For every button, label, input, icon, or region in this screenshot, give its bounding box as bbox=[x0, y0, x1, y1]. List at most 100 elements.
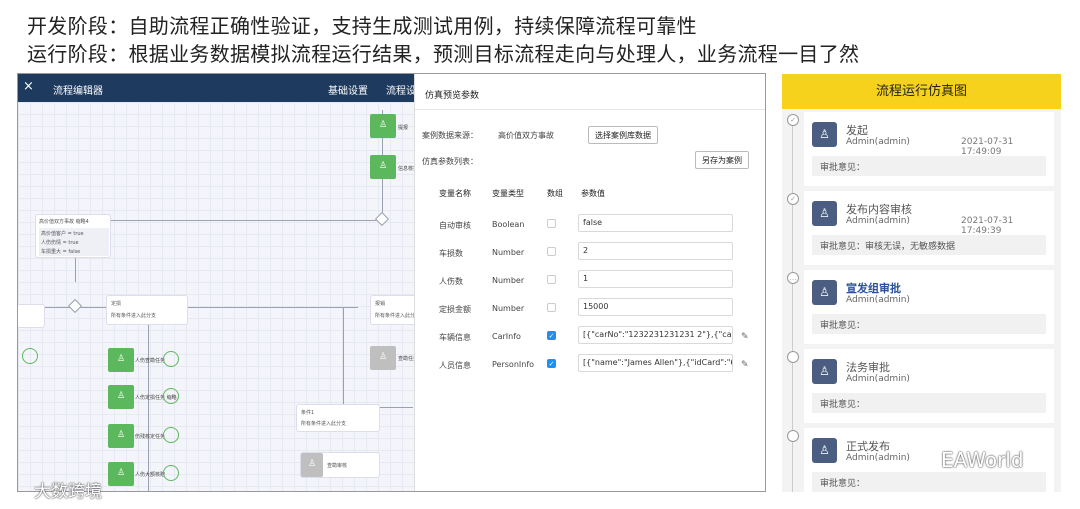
approved-stamp-icon bbox=[163, 427, 179, 443]
param-name: 车损数 bbox=[439, 249, 463, 258]
flow-canvas[interactable]: ♙ 提报 ♙ 信息核实 高价值双方事故 缩略4 高价值客户 = true 人伤伤… bbox=[18, 102, 430, 491]
step-name: 宣发组审批 bbox=[846, 282, 901, 295]
menu-basic-settings[interactable]: 基础设置 bbox=[328, 82, 368, 97]
node-verify[interactable]: ♙ bbox=[370, 155, 396, 179]
param-row: 车损数 Number 2 bbox=[415, 238, 765, 266]
partial-card[interactable] bbox=[18, 304, 45, 328]
step-current-icon: … bbox=[787, 272, 799, 284]
timeline-step-card[interactable]: ♙ 发起 Admin(admin) 2021-07-31 17:49:09 审批意见： bbox=[804, 112, 1054, 186]
branch-row: 车损重大 = false bbox=[41, 249, 81, 255]
array-checkbox[interactable]: ✓ bbox=[547, 359, 556, 368]
node-label: 查勘审核 bbox=[327, 463, 348, 469]
task-node[interactable]: ♙ bbox=[108, 385, 134, 409]
branch-title: 高价值双方事故 缩略4 bbox=[39, 219, 89, 225]
task-node-pending[interactable]: ♙ bbox=[370, 346, 396, 370]
step-pending-icon bbox=[787, 351, 799, 363]
param-value-input[interactable]: false bbox=[578, 214, 733, 232]
condition-card-left[interactable]: 定损 所有条件进入此分支 bbox=[106, 295, 188, 325]
param-value-input[interactable]: 1 bbox=[578, 270, 733, 288]
process-editor-screenshot: × 流程编辑器 基础设置 流程设 ♙ 提报 ♙ 信息核实 高价值双方事故 缩略4… bbox=[17, 73, 766, 492]
node-label: 提报 bbox=[398, 125, 409, 131]
param-row: 人伤数 Number 1 bbox=[415, 266, 765, 294]
user-icon: ♙ bbox=[301, 453, 323, 477]
array-checkbox[interactable] bbox=[547, 219, 556, 228]
param-row: 定损金额 Number 15000 bbox=[415, 294, 765, 322]
edit-icon[interactable]: ✎ bbox=[741, 332, 749, 342]
user-avatar-icon: ♙ bbox=[812, 438, 837, 463]
card-title: 条件1 bbox=[301, 410, 315, 416]
approved-stamp-icon bbox=[22, 348, 38, 364]
user-icon: ♙ bbox=[378, 161, 388, 171]
param-name: 人员信息 bbox=[439, 361, 471, 370]
timeline-step-card[interactable]: ♙ 法务审批 Admin(admin) 审批意见： bbox=[804, 349, 1054, 423]
param-value-input[interactable]: 15000 bbox=[578, 298, 733, 316]
timeline-step-card[interactable]: ♙ 发布内容审核 Admin(admin) 2021-07-31 17:49:39 审批… bbox=[804, 191, 1054, 265]
step-name: 正式发布 bbox=[846, 440, 890, 453]
node-label: 人伤查勘任务 bbox=[135, 358, 166, 364]
param-name: 定损金额 bbox=[439, 305, 471, 314]
params-list-label: 仿真参数列表： bbox=[422, 157, 478, 166]
user-avatar-icon: ♙ bbox=[812, 122, 837, 147]
step-comment: 审批意见： bbox=[812, 472, 1046, 492]
step-comment: 审批意见：审核无误，无敏感数据 bbox=[812, 235, 1046, 255]
param-type: PersonInfo bbox=[492, 360, 535, 369]
step-name: 法务审批 bbox=[846, 361, 890, 374]
simulation-title: 流程运行仿真图 bbox=[782, 74, 1061, 109]
param-value-input[interactable]: [{"carNo":"1232231231231 2"},{"carBrand"… bbox=[578, 326, 733, 344]
comment-label: 审批意见： bbox=[820, 163, 866, 173]
node-label: 人伤大额核赔 bbox=[135, 472, 166, 478]
comment-label: 审批意见： bbox=[820, 321, 866, 331]
task-node[interactable]: ♙ bbox=[108, 348, 134, 372]
array-checkbox[interactable]: ✓ bbox=[547, 331, 556, 340]
connector-line bbox=[75, 220, 383, 221]
case-source-label: 案例数据来源： bbox=[422, 131, 478, 140]
task-node[interactable]: ♙ bbox=[108, 462, 134, 486]
branch-condition-card[interactable]: 高价值双方事故 缩略4 高价值客户 = true 人伤伤情 = true 车损重… bbox=[35, 214, 111, 258]
param-value-input[interactable]: 2 bbox=[578, 242, 733, 260]
comment-label: 审批意见： bbox=[820, 479, 866, 489]
editor-title: 流程编辑器 bbox=[53, 86, 103, 97]
param-name: 车辆信息 bbox=[439, 333, 471, 342]
step-user: Admin(admin) bbox=[846, 453, 910, 463]
menu-process-settings[interactable]: 流程设 bbox=[386, 82, 416, 97]
array-checkbox[interactable] bbox=[547, 275, 556, 284]
edit-icon[interactable]: ✎ bbox=[741, 360, 749, 370]
heading-run-stage: 运行阶段：根据业务数据模拟流程运行结果，预测目标流程走向与处理人，业务流程一目了… bbox=[27, 42, 860, 66]
param-type: Boolean bbox=[492, 220, 525, 229]
col-var-name: 变量名称 bbox=[439, 189, 471, 198]
col-array: 数组 bbox=[547, 189, 563, 198]
card-subtitle: 所有条件进入此分支 bbox=[301, 421, 347, 427]
save-as-case-button[interactable]: 另存为案例 bbox=[695, 151, 749, 169]
step-comment: 审批意见： bbox=[812, 314, 1046, 334]
case-source-value: 高价值双方事故 bbox=[498, 131, 554, 140]
user-icon: ♙ bbox=[116, 430, 126, 440]
watermark-left: 大数跨境 bbox=[34, 482, 102, 502]
step-time: 2021-07-31 17:49:09 bbox=[961, 137, 1014, 157]
timeline-step-card[interactable]: ♙ 宣发组审批 Admin(admin) 审批意见： bbox=[804, 270, 1054, 344]
select-case-button[interactable]: 选择案例库数据 bbox=[588, 126, 658, 144]
user-icon: ♙ bbox=[378, 352, 388, 362]
step-user: Admin(admin) bbox=[846, 295, 910, 305]
task-node[interactable]: ♙ bbox=[108, 424, 134, 448]
node-submit[interactable]: ♙ bbox=[370, 114, 396, 138]
param-value-input[interactable]: [{"name":"James Allen"},{"idCard":"60232… bbox=[578, 354, 733, 372]
gateway-diamond[interactable] bbox=[67, 298, 83, 314]
array-checkbox[interactable] bbox=[547, 303, 556, 312]
step-user: Admin(admin) bbox=[846, 374, 910, 384]
param-type: Number bbox=[492, 276, 525, 285]
gateway-diamond[interactable] bbox=[374, 211, 390, 227]
approved-stamp-icon bbox=[163, 465, 179, 481]
card-title: 定损 bbox=[111, 301, 122, 307]
user-icon: ♙ bbox=[378, 120, 388, 130]
param-type: Number bbox=[492, 304, 525, 313]
array-checkbox[interactable] bbox=[547, 247, 556, 256]
user-avatar-icon: ♙ bbox=[812, 359, 837, 384]
task-node-pending[interactable]: ♙ 查勘审核 bbox=[300, 452, 380, 478]
close-icon[interactable]: × bbox=[23, 79, 34, 94]
param-name: 自动审核 bbox=[439, 221, 471, 230]
step-name: 发布内容审核 bbox=[846, 203, 912, 216]
condition-card-mid[interactable]: 条件1 所有条件进入此分支 bbox=[296, 404, 380, 432]
card-title: 报销 bbox=[375, 301, 386, 307]
simulation-preview-panel: 仿真预览参数 案例数据来源： 高价值双方事故 选择案例库数据 仿真参数列表： 另… bbox=[414, 74, 765, 491]
step-comment: 审批意见： bbox=[812, 156, 1046, 176]
